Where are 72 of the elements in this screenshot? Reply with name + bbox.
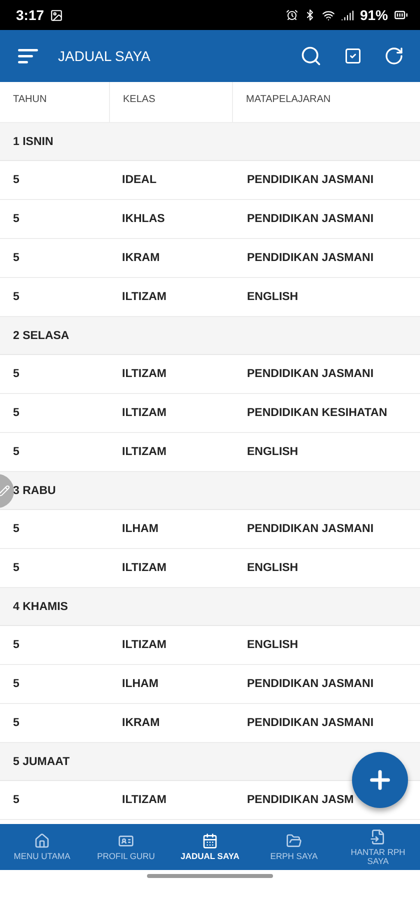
image-icon [50,8,64,22]
table-cell-text: IKHLAS [121,213,166,225]
table-cell-text: IKRAM [121,717,161,729]
table-cell-text: 5 [12,368,20,380]
page-title: JADUAL SAYA [58,48,152,64]
status-time: 3:17 [16,7,44,23]
table-cell-text: 5 [12,407,20,419]
id-card-icon [118,833,134,850]
nav-tab[interactable]: JADUAL SAYA [168,824,252,870]
table-cell-text: 5 [12,252,20,264]
calendar-icon [202,833,218,850]
table-cell-text: ILTIZAM [121,446,168,458]
search-icon [300,45,322,67]
table-cell-text: PENDIDIKAN JASMANI [246,213,375,225]
file-import-icon [370,828,386,845]
selected-tab-indicator [186,870,234,874]
table-cell-text: 5 [12,678,20,690]
day-title: 4 KHAMIS [13,600,68,612]
table-cell-text: 5 [12,639,20,651]
battery-percent: 91% [360,7,388,23]
table-cell-text: IDEAL [121,174,158,186]
wifi-icon [322,8,335,22]
table-cell-text: PENDIDIKAN JASM [246,794,355,806]
nav-tab[interactable]: PROFIL GURU [84,824,168,870]
day-title: 1 ISNIN [13,136,54,148]
table-cell-text: PENDIDIKAN JASMANI [246,523,375,535]
nav-tab[interactable]: MENU UTAMA [0,824,84,870]
home-icon [34,833,50,850]
table-cell-text: PENDIDIKAN JASMANI [246,717,375,729]
add-button[interactable] [352,752,408,808]
table-cell-text: ILHAM [121,523,160,535]
nav-tab[interactable]: ERPH SAYA [252,824,336,870]
table-cell-text: PENDIDIKAN JASMANI [246,252,375,264]
refresh-icon [384,46,404,66]
table-cell-text: 5 [12,174,20,186]
table-cell-text: 5 [12,291,20,303]
table-cell-text: ENGLISH [246,639,300,651]
table-cell-text: ENGLISH [246,562,300,574]
day-title: 5 JUMAAT [13,756,70,768]
table-cell-text: ENGLISH [246,291,300,303]
table-cell-text: ILTIZAM [121,291,168,303]
table-cell-text: ILTIZAM [121,794,168,806]
table-cell-text: PENDIDIKAN JASMANI [246,678,375,690]
table-cell-text: 5 [12,562,20,574]
table-cell-text: 5 [12,523,20,535]
table-cell-text: ILHAM [121,678,160,690]
day-title: 2 SELASA [13,330,70,342]
table-cell-text: ILTIZAM [121,639,168,651]
table-cell-text: PENDIDIKAN KESIHATAN [246,407,388,419]
table-cell-text: PENDIDIKAN JASMANI [246,368,375,380]
table-cell-text: 5 [12,717,20,729]
column-header: TAHUN [0,82,110,122]
alarm-icon [286,9,298,21]
nav-tab[interactable]: HANTAR RPH SAYA [336,824,420,870]
column-header: KELAS [110,82,233,122]
table-cell-text: ENGLISH [246,446,300,458]
table-cell-text: ILTIZAM [121,368,168,380]
day-title: 3 RABU [13,484,56,496]
folder-icon [286,833,302,850]
menu-icon[interactable] [18,48,38,64]
table-cell-text: PENDIDIKAN JASMANI [246,174,375,186]
table-cell-text: 5 [12,446,20,458]
table-cell-text: IKRAM [121,252,161,264]
table-cell-text: ILTIZAM [121,562,168,574]
table-cell-text: 5 [12,213,20,225]
column-header: MATAPELAJARAN [245,93,332,107]
battery-icon [394,8,408,22]
table-cell-text: ILTIZAM [121,407,168,419]
signal-icon [340,8,354,22]
checkbox-icon [344,47,362,65]
table-cell-text: 5 [12,794,20,806]
pencil-icon [0,485,10,497]
